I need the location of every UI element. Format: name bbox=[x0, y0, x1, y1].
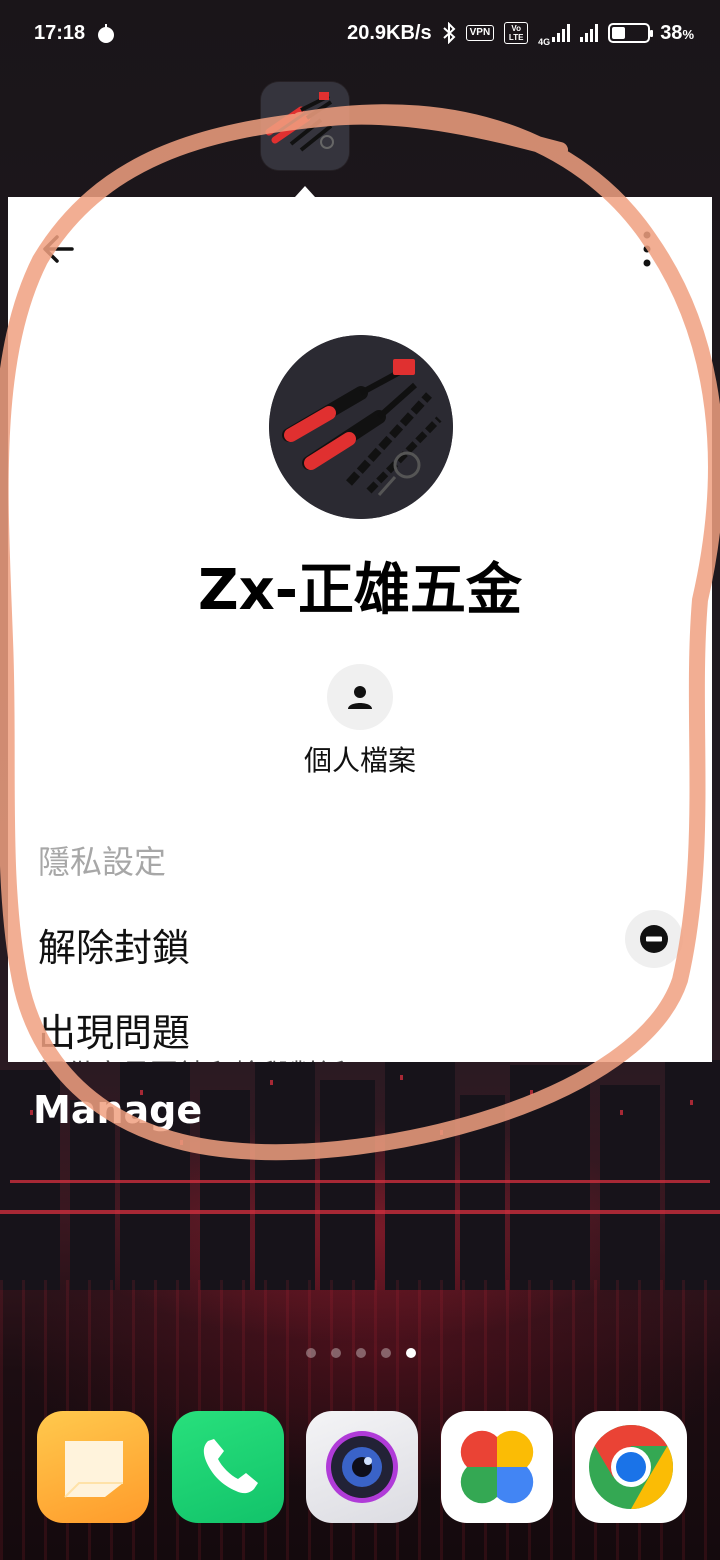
camera-icon bbox=[326, 1431, 398, 1503]
notes-app[interactable] bbox=[37, 1411, 149, 1523]
profile-button-label[interactable]: 個人檔案 bbox=[8, 739, 712, 779]
block-icon bbox=[640, 925, 668, 953]
unblock-button[interactable] bbox=[625, 910, 683, 968]
chrome-app[interactable] bbox=[575, 1411, 687, 1523]
notification-app-icon bbox=[98, 24, 115, 43]
notes-icon bbox=[64, 1441, 123, 1498]
back-arrow-icon[interactable] bbox=[36, 227, 80, 271]
page-dot[interactable] bbox=[356, 1348, 366, 1358]
rivet-tool-avatar-image bbox=[269, 335, 453, 519]
rivet-tool-app-icon[interactable] bbox=[261, 82, 349, 170]
city-skyline bbox=[0, 1050, 720, 1290]
profile-button[interactable] bbox=[327, 664, 393, 730]
dock bbox=[37, 1411, 687, 1523]
page-dot[interactable] bbox=[331, 1348, 341, 1358]
phone-app[interactable] bbox=[171, 1411, 284, 1523]
popup-pointer bbox=[295, 186, 315, 197]
volte-badge: Vo LTE bbox=[504, 22, 529, 44]
rivet-tool-icon bbox=[261, 82, 349, 170]
avatar[interactable] bbox=[269, 335, 453, 519]
network-type: 4G bbox=[538, 36, 551, 47]
page-indicator bbox=[306, 1348, 416, 1358]
battery-icon bbox=[608, 23, 654, 43]
status-right: 20.9KB/s VPN Vo LTE 4G 38% bbox=[347, 20, 694, 47]
unblock-label[interactable]: 解除封鎖 bbox=[38, 917, 190, 972]
battery-fill bbox=[612, 27, 626, 39]
report-problem-label[interactable]: 出現問題 bbox=[38, 1002, 190, 1057]
camera-app[interactable] bbox=[306, 1411, 418, 1523]
privacy-section-title: 隱私設定 bbox=[38, 843, 167, 881]
status-left: 17:18 bbox=[34, 22, 117, 45]
manage-label[interactable]: Manage bbox=[33, 1088, 202, 1132]
chrome-icon bbox=[589, 1425, 674, 1509]
profile-name: Zx-正雄五金 bbox=[198, 558, 522, 623]
report-problem-sublabel: 提供意見回饋和檢舉對話 bbox=[38, 1053, 346, 1062]
status-bar: 17:18 20.9KB/s VPN Vo LTE 4G 38% bbox=[0, 0, 720, 66]
phone-icon bbox=[203, 1439, 258, 1494]
person-icon bbox=[348, 686, 372, 709]
profile-popup-card: Zx-正雄五金 個人檔案 隱私設定 解除封鎖 出現問題 提供意見回饋和檢舉對話 bbox=[8, 197, 712, 1062]
page-dot[interactable] bbox=[306, 1348, 316, 1358]
photos-app[interactable] bbox=[440, 1411, 553, 1523]
clock: 17:18 bbox=[34, 21, 86, 44]
vpn-badge: VPN bbox=[465, 25, 495, 41]
photos-icon bbox=[460, 1430, 533, 1504]
page-dot-active[interactable] bbox=[406, 1348, 416, 1358]
signal-icon-sim2 bbox=[580, 24, 599, 42]
page-dot[interactable] bbox=[381, 1348, 391, 1358]
battery-percent: 38% bbox=[660, 21, 694, 44]
signal-icon-sim1 bbox=[552, 24, 571, 42]
network-speed: 20.9KB/s bbox=[347, 21, 432, 44]
bluetooth-icon bbox=[442, 22, 456, 44]
more-options-icon[interactable] bbox=[628, 227, 668, 271]
